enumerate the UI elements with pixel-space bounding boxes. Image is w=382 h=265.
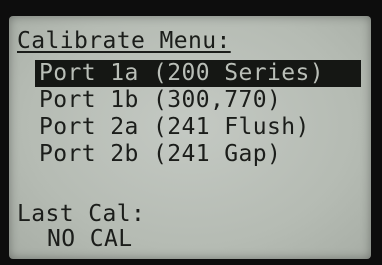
menu-item-port-1b[interactable]: Port 1b (300,770) (35, 87, 361, 114)
last-cal-value: NO CAL (47, 226, 133, 252)
menu-title: Calibrate Menu: (17, 28, 231, 54)
menu-item-port-2a[interactable]: Port 2a (241 Flush) (35, 114, 361, 141)
device-bezel: Calibrate Menu: Port 1a (200 Series) Por… (0, 0, 382, 265)
menu-item-port-2b[interactable]: Port 2b (241 Gap) (35, 141, 361, 168)
last-cal-label: Last Cal: (17, 201, 146, 227)
menu-item-port-1a[interactable]: Port 1a (200 Series) (35, 60, 361, 87)
lcd-screen: Calibrate Menu: Port 1a (200 Series) Por… (9, 16, 371, 259)
